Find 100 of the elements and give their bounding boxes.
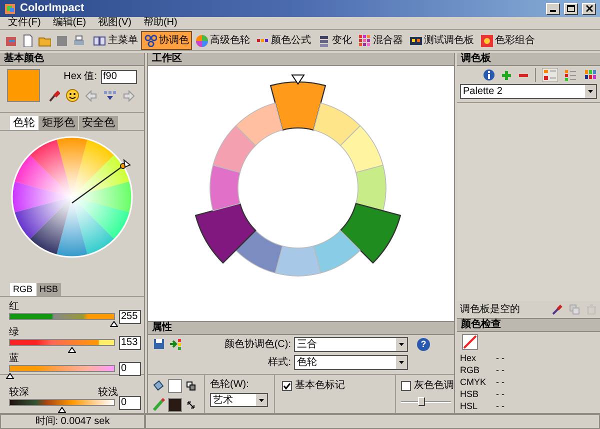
down-arrow-icon[interactable] [103,90,117,102]
mode-tab[interactable]: 变化 [314,30,355,50]
hex-label: Hex 值: [64,70,97,84]
style-label: 样式: [267,356,291,370]
ring-segment[interactable] [195,202,256,264]
menu-item[interactable]: 文件(F) [8,18,41,28]
apply-colors-icon[interactable] [169,338,183,350]
new-file-icon [21,34,34,46]
minimize-button[interactable] [546,2,560,14]
mode-tab[interactable]: 协调色 [141,30,192,50]
value-field[interactable]: 255 [119,310,141,324]
color-info-value: - - [496,376,504,388]
color-info-label: HSL [460,400,479,412]
palette-dropdown[interactable]: Palette 2 [460,84,597,99]
color-wheel-drawing[interactable] [11,136,133,258]
foreground-color-swatch[interactable] [168,398,182,412]
harmony-label: 颜色协调色(C): [223,338,291,352]
color-info-value: - - [496,388,504,400]
selection-marker-icon[interactable] [291,74,305,85]
large-list-view-icon[interactable] [542,68,558,82]
eyedropper-icon[interactable] [48,90,60,102]
color-info-label: RGB [460,364,481,376]
reset-colors-icon[interactable] [186,380,196,390]
ring-segment[interactable] [356,164,386,212]
dropdown[interactable]: 艺术 [210,393,268,407]
slider-label: 绿 [8,327,20,339]
maximize-icon [567,5,575,12]
maximize-button[interactable] [564,2,578,14]
square-icon [480,34,493,46]
mode-tab[interactable]: 主菜单 [90,30,141,50]
book-icon [93,34,106,46]
panel-title: 颜色检查 [461,320,501,330]
ring-segment[interactable] [235,230,283,274]
value-field[interactable]: 0 [119,362,141,376]
close-button[interactable] [582,2,596,14]
list-view-icon[interactable] [564,69,578,81]
color-info-value: - - [496,364,504,376]
smiley-icon[interactable] [66,89,79,102]
menu-item[interactable]: 编辑(E) [52,18,86,28]
color-info-label: CMYK [460,376,488,388]
menu-item[interactable]: 帮助(H) [143,18,178,28]
color-dots-icon [257,38,268,42]
app-icon [4,2,16,14]
wheel-tab[interactable]: 安全色 [79,116,118,130]
color-info-label: Hex [460,352,478,364]
slider-thumb[interactable] [6,373,14,379]
wheel-handle[interactable] [72,158,131,204]
stripes-icon [317,34,330,46]
slider-label: 红 [8,301,20,313]
mode-tab[interactable]: 色彩组合 [477,30,538,50]
wheel-label: 色轮(W): [210,378,250,392]
mode-tab[interactable]: 测试调色板 [406,30,477,50]
grid-view-icon[interactable] [584,69,598,81]
mode-tab[interactable]: 高级色轮 [192,30,253,50]
slider-thumb[interactable] [110,321,118,327]
pencil-icon[interactable] [152,398,165,411]
close-icon [586,5,592,12]
color-info-value: - - [496,352,504,364]
panel-title: 调色板 [461,54,491,64]
help-button[interactable]: ? [417,338,430,351]
dropdown-value: 艺术 [212,394,233,408]
minimize-icon [550,10,556,12]
dropdown-value: 三合 [296,338,317,352]
color-model-tab[interactable]: RGB [10,283,36,296]
value-field[interactable]: 153 [119,336,141,350]
background-color-swatch[interactable] [168,378,182,392]
color-grid-icon [358,34,371,46]
dropdown[interactable]: 色轮 [294,355,408,370]
menu-item[interactable]: 视图(V) [98,18,132,28]
hex-field[interactable]: f90 [101,70,137,84]
window-title: ColorImpact [20,1,86,16]
value-field[interactable]: 0 [119,396,141,410]
ring-segment[interactable] [270,82,326,131]
swap-arrows-icon[interactable] [186,400,196,410]
mode-tab[interactable]: 颜色公式 [253,30,314,50]
checkbox-label: 灰色色调 [414,379,454,393]
mode-tab[interactable]: 混合器 [355,30,406,50]
checkbox-label: 基本色标记 [295,378,345,393]
lighter-label: 较浅 [98,387,118,399]
checkbox[interactable] [282,380,292,390]
wheel-tab[interactable]: 色轮 [10,116,38,130]
wheel-tab[interactable]: 矩形色 [39,116,78,130]
status-text: 时间: 0.0047 sek [35,414,110,429]
printer-icon [72,34,85,46]
color-info-label: HSB [460,388,480,400]
ring-segment[interactable] [210,164,240,212]
info-icon[interactable] [483,69,495,81]
checkbox[interactable] [401,380,411,390]
ring-segment[interactable] [340,202,401,264]
dropdown-value: 色轮 [296,356,317,370]
dropdown-value: Palette 2 [462,85,502,99]
darker-label: 较深 [9,387,29,399]
no-color-swatch-icon [462,334,478,350]
circles-icon [144,34,157,46]
dropdown[interactable]: 三合 [294,337,408,352]
eyedropper-icon[interactable] [552,304,563,315]
panel-title: 工作区 [152,54,182,64]
color-model-tab[interactable]: HSB [36,283,62,296]
color-swatch [7,69,40,102]
color-wheel-icon [195,34,208,46]
